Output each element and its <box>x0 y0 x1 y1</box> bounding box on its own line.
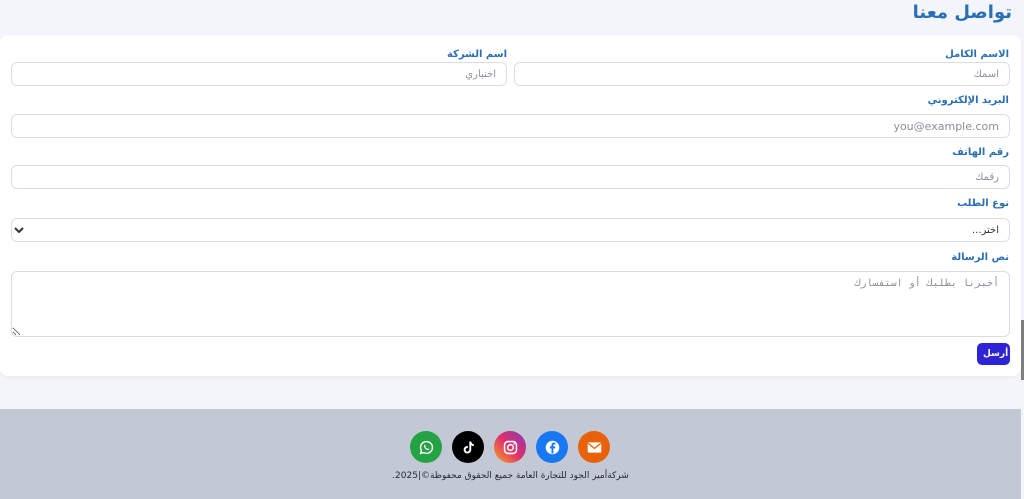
instagram-icon <box>503 440 517 454</box>
phone-input[interactable] <box>11 165 1010 189</box>
message-label: نص الرسالة <box>951 252 1009 263</box>
request-type-select[interactable]: اختر... <box>11 218 1010 242</box>
email-link[interactable] <box>578 431 610 463</box>
request-type-label: نوع الطلب <box>957 198 1009 209</box>
full-name-input[interactable] <box>514 62 1010 86</box>
page-title: تواصل معنا <box>912 2 1012 23</box>
message-textarea[interactable] <box>11 271 1010 337</box>
email-icon <box>587 441 601 453</box>
footer: شركةأمير الجود للتجارة العامة جميع الحقو… <box>0 409 1021 499</box>
copyright-text: شركةأمير الجود للتجارة العامة جميع الحقو… <box>392 471 629 481</box>
company-name-input[interactable] <box>11 62 507 86</box>
company-name-label: اسم الشركة <box>446 49 507 60</box>
whatsapp-link[interactable] <box>410 431 442 463</box>
instagram-link[interactable] <box>494 431 526 463</box>
submit-button[interactable]: أرسل <box>977 343 1010 365</box>
whatsapp-icon <box>419 440 433 454</box>
facebook-link[interactable] <box>536 431 568 463</box>
tiktok-link[interactable] <box>452 431 484 463</box>
email-input[interactable] <box>11 114 1010 138</box>
facebook-icon <box>545 440 559 454</box>
full-name-label: الاسم الكامل <box>945 49 1009 60</box>
email-label: البريد الإلكتروني <box>927 95 1009 106</box>
tiktok-icon <box>463 441 474 453</box>
phone-label: رقم الهاتف <box>952 147 1009 158</box>
contact-form: الاسم الكامل اسم الشركة البريد الإلكترون… <box>0 35 1021 376</box>
